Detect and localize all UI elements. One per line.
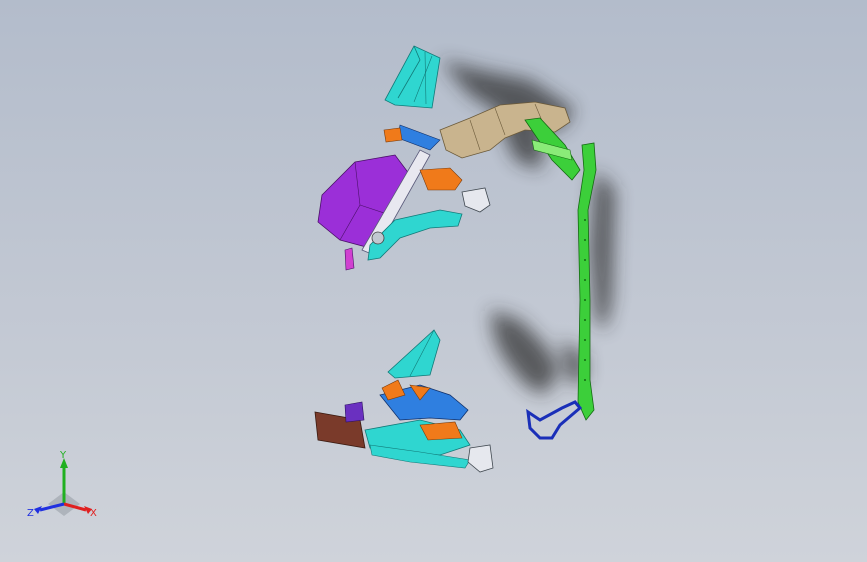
lower-assembly[interactable] <box>314 379 494 473</box>
graphics-viewport[interactable]: Y X Z <box>0 0 867 562</box>
upper-cyan-panel[interactable] <box>384 45 441 109</box>
model-scene[interactable] <box>0 0 867 562</box>
y-axis-label: Y <box>59 450 67 461</box>
z-axis-label: Z <box>27 508 34 519</box>
coordinate-triad[interactable]: Y X Z <box>24 446 104 526</box>
lower-cyan-panel[interactable] <box>387 329 441 379</box>
x-axis-label: X <box>90 508 97 519</box>
navy-bracket[interactable] <box>526 400 583 440</box>
grey-bracket-upper[interactable] <box>461 187 491 213</box>
